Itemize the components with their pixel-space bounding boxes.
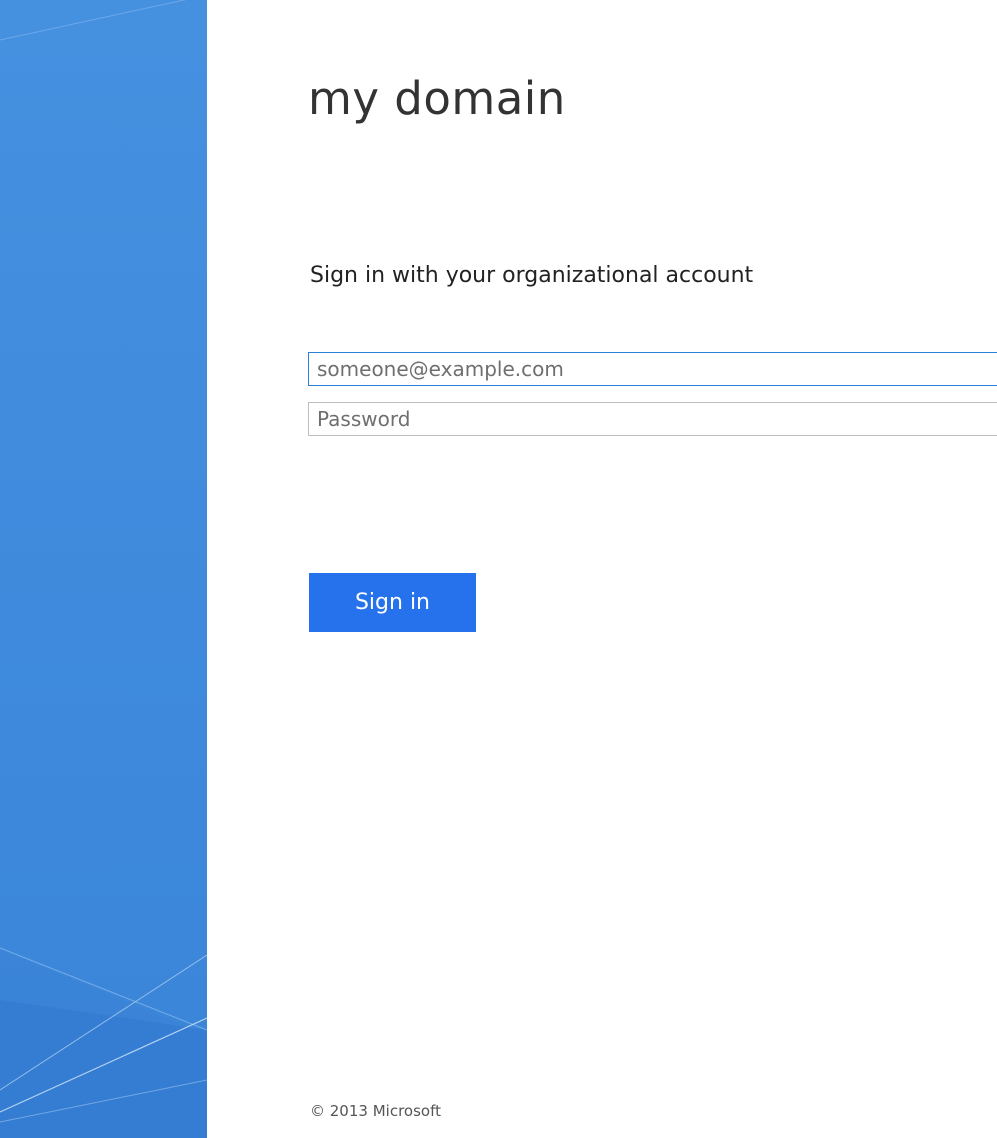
- decorative-lines-graphic: [0, 0, 207, 1138]
- top-strip: [207, 0, 997, 8]
- email-field[interactable]: [308, 352, 997, 386]
- password-field[interactable]: [308, 402, 997, 436]
- page-title: my domain: [308, 72, 566, 125]
- sign-in-heading: Sign in with your organizational account: [310, 263, 754, 288]
- sign-in-button[interactable]: Sign in: [309, 573, 476, 632]
- copyright-footer: © 2013 Microsoft: [310, 1102, 441, 1120]
- decorative-side-panel: [0, 0, 207, 1138]
- sign-in-page: my domain Sign in with your organization…: [0, 0, 997, 1138]
